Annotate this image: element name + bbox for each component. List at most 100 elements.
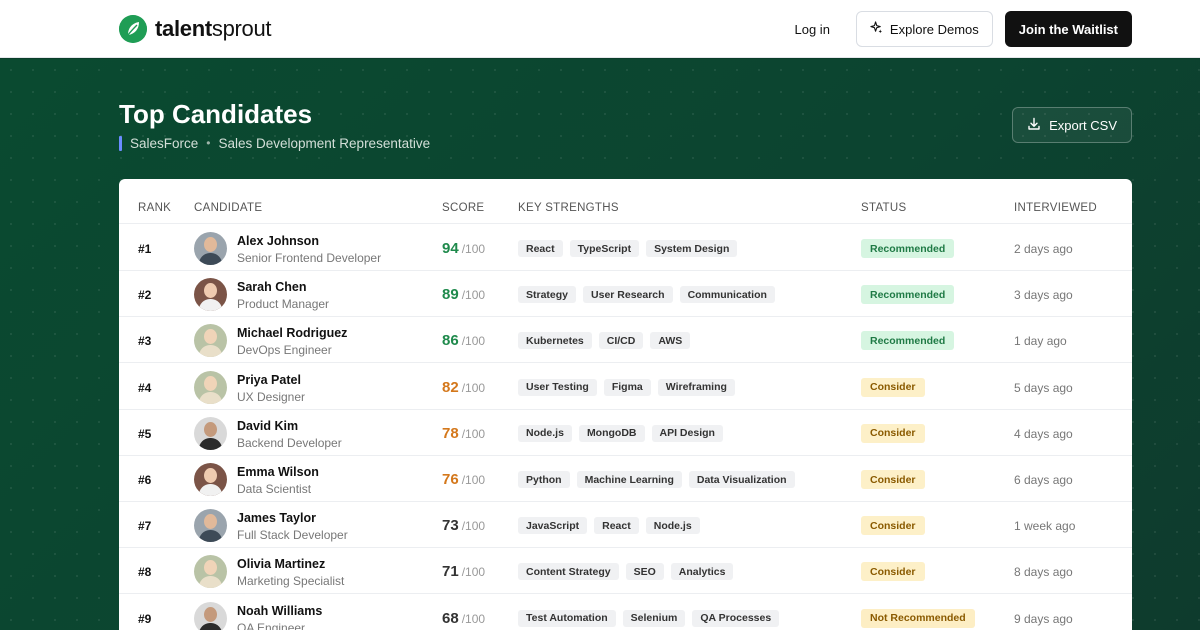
avatar-head — [204, 237, 217, 252]
sprout-leaf-icon — [119, 15, 147, 43]
score-suffix: /100 — [461, 519, 486, 534]
separator-dot: • — [206, 136, 211, 150]
candidate-rank: #6 — [138, 473, 152, 487]
score-suffix: /100 — [461, 473, 486, 487]
strength-tag: MongoDB — [578, 424, 645, 442]
strength-tag: Content Strategy — [518, 563, 619, 581]
score-value: 73 — [442, 517, 459, 535]
status-badge: Recommended — [861, 239, 955, 258]
key-strengths: Test Automation Selenium QA Processes — [518, 609, 780, 627]
strength-tag: Wireframing — [657, 378, 735, 396]
strength-tag: Analytics — [670, 563, 734, 581]
key-strengths: React TypeScript System Design — [518, 240, 738, 257]
context-accent-bar — [119, 135, 122, 151]
interviewed-time: 6 days ago — [1014, 473, 1073, 487]
strength-tag: Node.js — [645, 517, 700, 535]
position-title: Sales Development Representative — [218, 135, 431, 151]
score-suffix: /100 — [461, 334, 486, 349]
key-strengths: Python Machine Learning Data Visualization — [518, 471, 795, 488]
table-row[interactable]: #2 Sarah Chen Product Manager 89/100 Strateg… — [119, 271, 1132, 318]
export-csv-label: Export CSV — [1049, 117, 1117, 133]
candidate-role: Full Stack Developer — [237, 528, 348, 543]
candidate-name[interactable]: Michael Rodriguez — [237, 326, 347, 340]
status-badge: Consider — [861, 423, 925, 443]
candidate-name[interactable]: James Taylor — [237, 511, 316, 525]
header-candidate[interactable]: CANDIDATE — [194, 202, 262, 214]
strength-tag: Machine Learning — [576, 471, 682, 488]
top-nav: Log in Explore Demos Join the Waitlist — [781, 11, 1132, 47]
strength-tag: System Design — [646, 240, 738, 257]
avatar-head — [204, 283, 217, 299]
header-key-strengths[interactable]: KEY STRENGTHS — [518, 202, 619, 214]
avatar-body — [199, 622, 222, 630]
avatar — [194, 555, 227, 589]
header-status[interactable]: STATUS — [861, 202, 906, 214]
sparkle-icon — [870, 21, 883, 37]
avatar — [194, 601, 227, 630]
export-csv-button[interactable]: Export CSV — [1012, 107, 1132, 143]
brand-name-bold: talent — [155, 16, 212, 41]
explore-demos-button[interactable]: Explore Demos — [855, 11, 993, 47]
candidate-name[interactable]: Emma Wilson — [237, 465, 319, 479]
candidate-role: UX Designer — [237, 389, 306, 404]
candidate-role: Product Manager — [237, 297, 330, 312]
score-value: 76 — [442, 471, 459, 488]
strength-tag: SEO — [625, 563, 664, 581]
candidate-role: QA Engineer — [237, 620, 306, 630]
strength-tag: Selenium — [622, 609, 686, 627]
table-row[interactable]: #8 Olivia Martinez Marketing Specialist 71/… — [119, 548, 1132, 595]
header-rank[interactable]: RANK — [138, 202, 171, 214]
strength-tag: JavaScript — [518, 517, 588, 535]
candidate-name[interactable]: David Kim — [237, 419, 298, 433]
table-row[interactable]: #6 Emma Wilson Data Scientist 76/100 Python M… — [119, 456, 1132, 502]
score-value: 86 — [442, 332, 459, 350]
avatar — [194, 509, 227, 543]
candidate-rank: #7 — [138, 519, 152, 534]
candidate-name[interactable]: Priya Patel — [237, 373, 301, 387]
candidate-role: Backend Developer — [237, 435, 342, 450]
key-strengths: Content Strategy SEO Analytics — [518, 563, 734, 581]
table-header: RANK CANDIDATE SCORE KEY STRENGTHS STATU… — [119, 179, 1132, 224]
avatar-body — [199, 576, 222, 589]
status-badge: Consider — [861, 470, 925, 489]
status-badge: Not Recommended — [861, 608, 975, 628]
candidate-score: 78/100 — [442, 425, 485, 442]
status-badge: Consider — [861, 516, 925, 536]
candidate-rank: #5 — [138, 426, 152, 441]
page-title: Top Candidates — [119, 99, 313, 129]
brand-logo[interactable]: talentsprout — [119, 15, 272, 43]
header-interviewed[interactable]: INTERVIEWED — [1014, 202, 1097, 214]
table-row[interactable]: #9 Noah Williams QA Engineer 68/100 Test Aut… — [119, 595, 1132, 630]
table-row[interactable]: #5 David Kim Backend Developer 78/100 Node.j… — [119, 410, 1132, 456]
candidate-score: 94/100 — [442, 240, 485, 257]
interviewed-time: 1 week ago — [1014, 519, 1076, 534]
candidate-name[interactable]: Olivia Martinez — [237, 557, 325, 571]
status-badge: Recommended — [861, 285, 955, 305]
key-strengths: Node.js MongoDB API Design — [518, 424, 723, 442]
key-strengths: JavaScript React Node.js — [518, 517, 700, 535]
strength-tag: TypeScript — [569, 240, 640, 257]
header-score[interactable]: SCORE — [442, 202, 484, 214]
download-icon — [1027, 117, 1041, 134]
table-row[interactable]: #4 Priya Patel UX Designer 82/100 User Testi… — [119, 364, 1132, 410]
candidate-name[interactable]: Alex Johnson — [237, 234, 319, 248]
avatar — [194, 324, 227, 358]
interviewed-time: 8 days ago — [1014, 565, 1073, 580]
login-link[interactable]: Log in — [781, 13, 844, 46]
candidate-rank: #9 — [138, 611, 152, 626]
score-suffix: /100 — [461, 611, 486, 626]
score-suffix: /100 — [461, 242, 486, 256]
candidate-name[interactable]: Noah Williams — [237, 604, 322, 618]
table-row[interactable]: #3 Michael Rodriguez DevOps Engineer 86/100… — [119, 317, 1132, 364]
avatar — [194, 232, 227, 265]
table-row[interactable]: #1 Alex Johnson Senior Frontend Developer 9… — [119, 225, 1132, 271]
table-row[interactable]: #7 James Taylor Full Stack Developer 73/100… — [119, 502, 1132, 549]
interviewed-time: 5 days ago — [1014, 380, 1073, 395]
join-waitlist-button[interactable]: Join the Waitlist — [1004, 11, 1132, 47]
brand-name: talentsprout — [155, 16, 272, 42]
avatar-body — [199, 253, 222, 265]
interviewed-time: 2 days ago — [1014, 242, 1073, 256]
strength-tag: API Design — [651, 424, 723, 442]
candidate-name[interactable]: Sarah Chen — [237, 280, 306, 294]
strength-tag: User Research — [583, 286, 673, 304]
